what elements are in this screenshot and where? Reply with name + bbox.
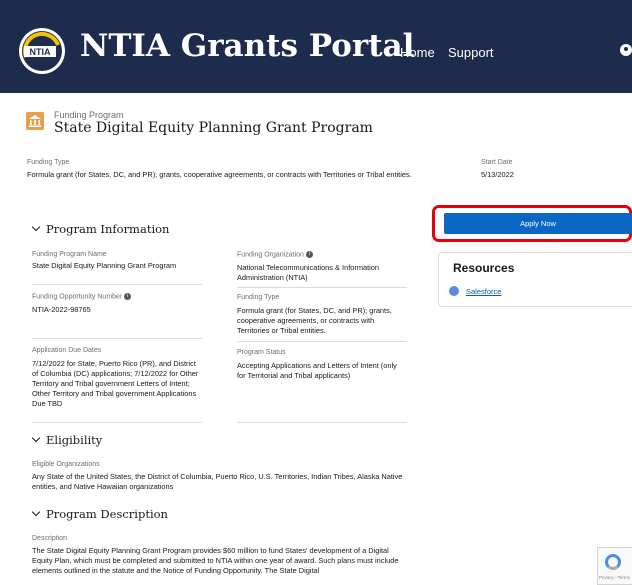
divider bbox=[237, 422, 407, 423]
user-icon[interactable] bbox=[620, 44, 632, 56]
divider bbox=[32, 338, 202, 339]
organization-label-row: Funding Organization i bbox=[237, 251, 313, 258]
record-title: State Digital Equity Planning Grant Prog… bbox=[54, 120, 373, 136]
opportunity-label-row: Funding Opportunity Number i bbox=[32, 293, 132, 301]
ntia-logo[interactable]: NTIA bbox=[18, 27, 66, 75]
description-label: Description bbox=[32, 535, 68, 542]
section-heading: Program Information bbox=[46, 222, 170, 236]
site-header: NTIA NTIA Grants Portal Home Support bbox=[0, 0, 632, 93]
section-heading: Eligibility bbox=[46, 433, 103, 447]
due-dates-label: Application Due Dates bbox=[32, 347, 102, 354]
section-heading: Program Description bbox=[46, 507, 168, 521]
chevron-down-icon bbox=[31, 507, 41, 517]
description-value: The State Digital Equity Planning Grant … bbox=[32, 546, 399, 575]
nav-home-link[interactable]: Home bbox=[400, 45, 435, 60]
bank-icon bbox=[26, 112, 44, 130]
info-icon[interactable]: i bbox=[305, 251, 313, 258]
program-name-label: Funding Program Name bbox=[32, 251, 107, 258]
summary-funding-type-value: Formula grant (for States, DC, and PR); … bbox=[27, 170, 412, 179]
summary-start-date-value: 5/13/2022 bbox=[481, 170, 514, 179]
nav-support-link[interactable]: Support bbox=[448, 45, 494, 60]
apply-now-button[interactable]: Apply Now bbox=[444, 213, 632, 234]
organization-value: National Telecommunications & Informatio… bbox=[237, 263, 379, 282]
opportunity-value: NTIA-2022-98765 bbox=[32, 305, 91, 314]
recaptcha-text[interactable]: Privacy - Terms bbox=[599, 575, 630, 580]
resources-title: Resources bbox=[453, 261, 515, 275]
section-program-information[interactable]: Program Information bbox=[30, 222, 169, 236]
recaptcha-badge[interactable]: Privacy - Terms bbox=[597, 547, 632, 585]
info-icon[interactable]: i bbox=[124, 293, 132, 300]
portal-title[interactable]: NTIA Grants Portal bbox=[80, 28, 414, 64]
chevron-down-icon bbox=[31, 433, 41, 443]
funding-type-label: Funding Type bbox=[237, 294, 280, 301]
record-type-label: Funding Program bbox=[54, 110, 124, 120]
recaptcha-icon bbox=[605, 554, 621, 570]
chevron-down-icon bbox=[31, 222, 41, 232]
program-status-label: Program Status bbox=[237, 349, 286, 356]
summary-funding-type-label: Funding Type bbox=[27, 159, 70, 166]
program-status-value: Accepting Applications and Letters of In… bbox=[237, 361, 397, 380]
due-dates-value: 7/12/2022 for State, Puerto Rico (PR), a… bbox=[32, 359, 199, 408]
divider bbox=[237, 287, 407, 288]
opportunity-label: Funding Opportunity Number bbox=[32, 293, 123, 301]
organization-label: Funding Organization bbox=[237, 251, 304, 259]
divider bbox=[32, 422, 202, 423]
divider bbox=[237, 341, 407, 342]
logo-text: NTIA bbox=[30, 47, 51, 57]
program-name-value: State Digital Equity Planning Grant Prog… bbox=[32, 261, 177, 270]
divider bbox=[32, 284, 202, 285]
salesforce-link[interactable]: Salesforce bbox=[466, 287, 501, 296]
funding-type-value: Formula grant (for States, DC, and PR); … bbox=[237, 306, 392, 335]
section-eligibility[interactable]: Eligibility bbox=[30, 433, 102, 447]
salesforce-icon bbox=[449, 286, 459, 296]
eligible-organizations-value: Any State of the United States, the Dist… bbox=[32, 472, 403, 491]
section-program-description[interactable]: Program Description bbox=[30, 507, 168, 521]
summary-start-date-label: Start Date bbox=[481, 159, 513, 166]
eligible-organizations-label: Eligible Organizations bbox=[32, 461, 100, 468]
